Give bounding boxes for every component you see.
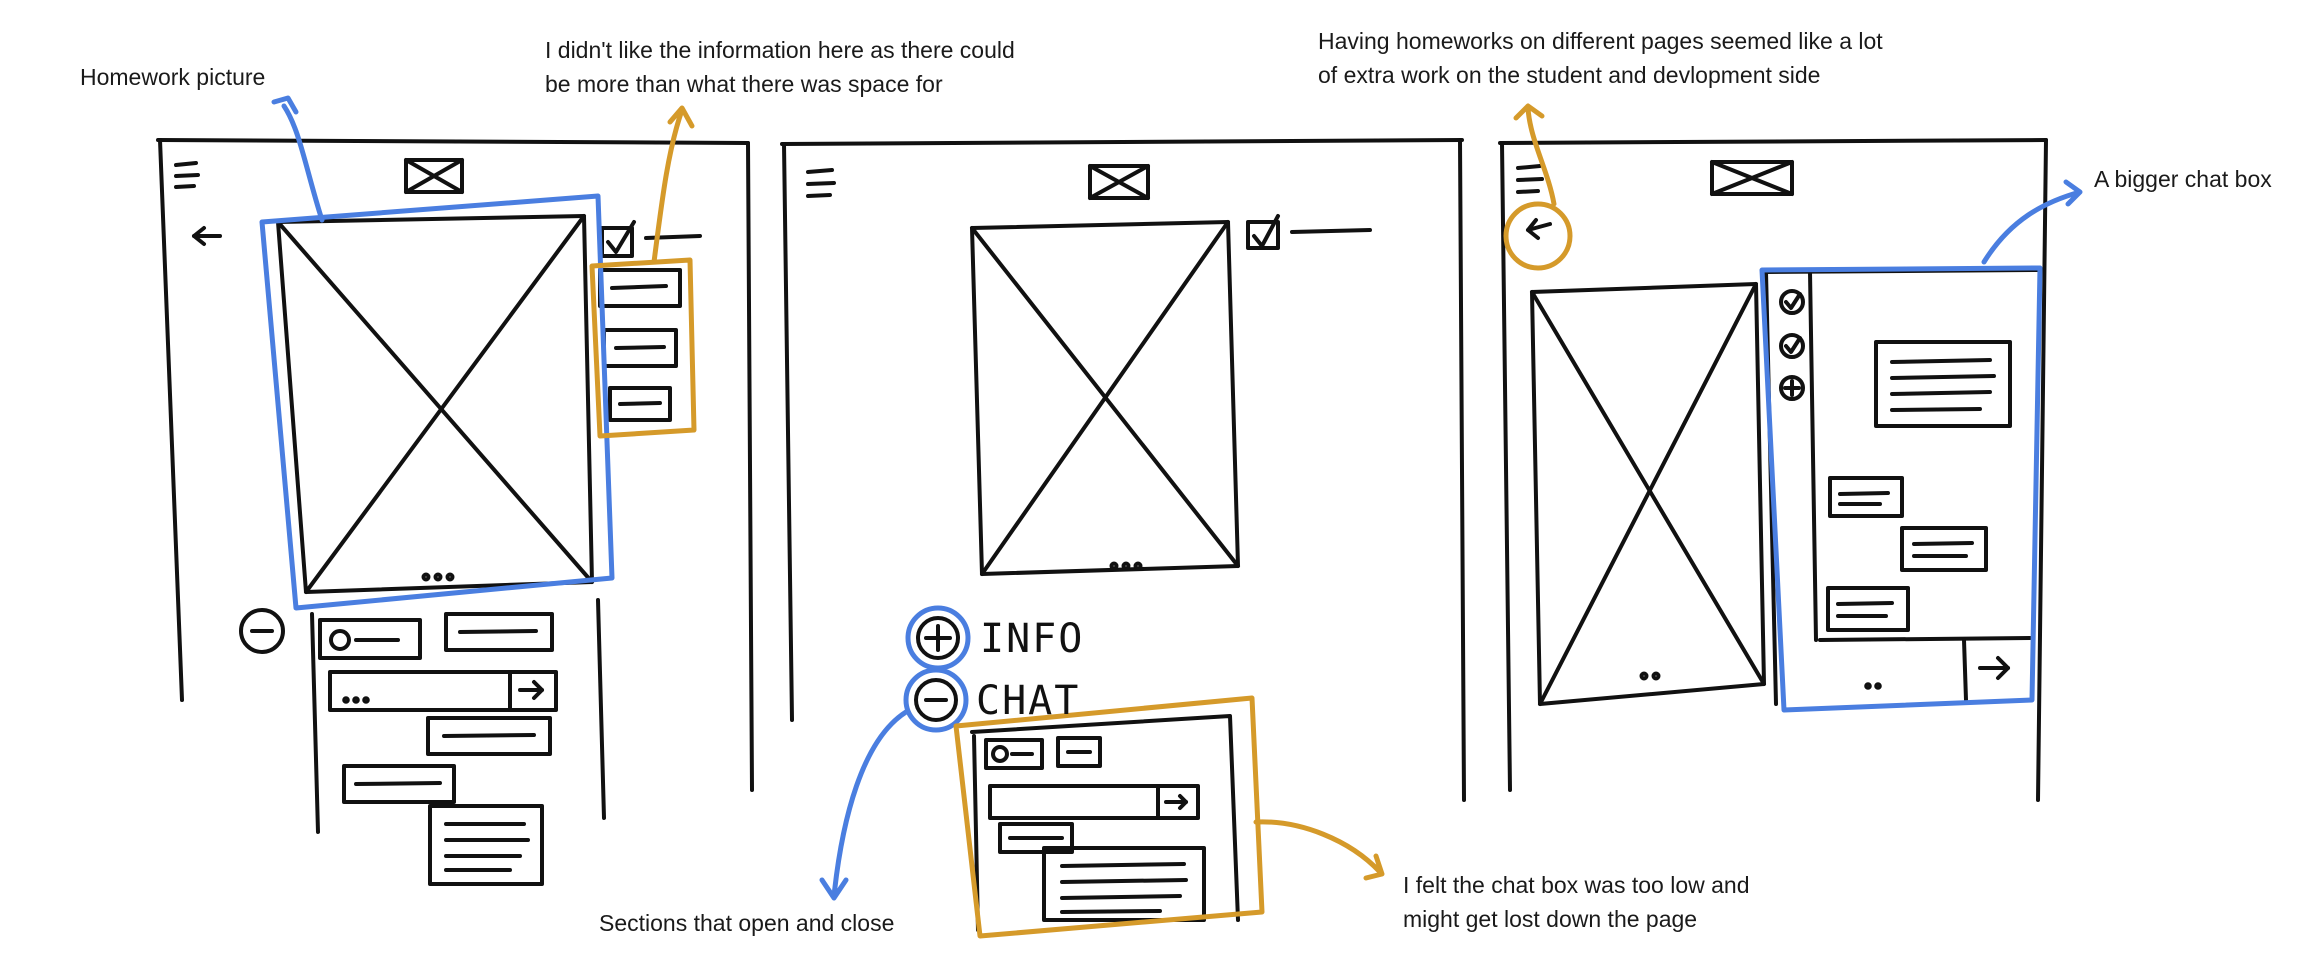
wireframe-frame-2	[780, 138, 1466, 932]
homework-picture-placeholder	[970, 220, 1240, 576]
checkbox-icon	[1246, 214, 1372, 250]
hamburger-menu-icon	[806, 168, 836, 198]
annotation-bigger-chat-box: A bigger chat box	[2094, 166, 2272, 192]
back-arrow-icon	[192, 226, 222, 246]
annotation-line: Having homeworks on different pages seem…	[1318, 28, 1883, 54]
sections-pointer-arrow	[819, 709, 909, 901]
annotation-homeworks-pages: Having homeworks on different pages seem…	[1318, 24, 1883, 92]
wireframe-sketch: INFO CHAT	[156, 95, 2083, 939]
annotation-line: I felt the chat box was too low and	[1403, 872, 1750, 898]
wireframe-frame-1	[156, 138, 754, 886]
bigger-chat-pointer-arrow	[1981, 179, 2083, 265]
annotation-line: be more than what there was space for	[545, 71, 943, 97]
logo-placeholder-icon	[404, 158, 464, 194]
chat-panel	[1764, 268, 2042, 706]
annotation-info-space: I didn't like the information here as th…	[545, 33, 1015, 101]
collapse-toggle-icon	[239, 608, 285, 654]
chat-section	[310, 612, 558, 886]
annotation-chat-too-low: I felt the chat box was too low and migh…	[1403, 868, 1749, 936]
homework-picture-placeholder	[276, 214, 594, 594]
annotation-line: of extra work on the student and devlopm…	[1318, 62, 1821, 88]
chat-low-pointer-arrow	[1253, 819, 1385, 881]
annotation-homework-picture: Homework picture	[80, 64, 266, 90]
info-expand-icon	[916, 616, 960, 660]
logo-placeholder-icon	[1088, 164, 1150, 200]
annotation-sections-open-close: Sections that open and close	[599, 910, 895, 936]
logo-placeholder-icon	[1710, 160, 1794, 196]
info-section-label: INFO	[980, 616, 1084, 662]
homework-picture-placeholder	[1530, 282, 1766, 706]
chat-collapse-icon	[914, 678, 958, 722]
hamburger-menu-icon	[174, 161, 200, 189]
checkbox-icon	[600, 220, 702, 258]
back-arrow-icon	[1526, 218, 1552, 240]
annotation-line: I didn't like the information here as th…	[545, 37, 1015, 63]
hamburger-menu-icon	[1516, 164, 1544, 194]
homework-picture-pointer-arrow	[271, 95, 325, 223]
chat-section-label: CHAT	[976, 678, 1080, 724]
chat-section	[970, 714, 1240, 932]
annotation-line: might get lost down the page	[1403, 906, 1698, 932]
